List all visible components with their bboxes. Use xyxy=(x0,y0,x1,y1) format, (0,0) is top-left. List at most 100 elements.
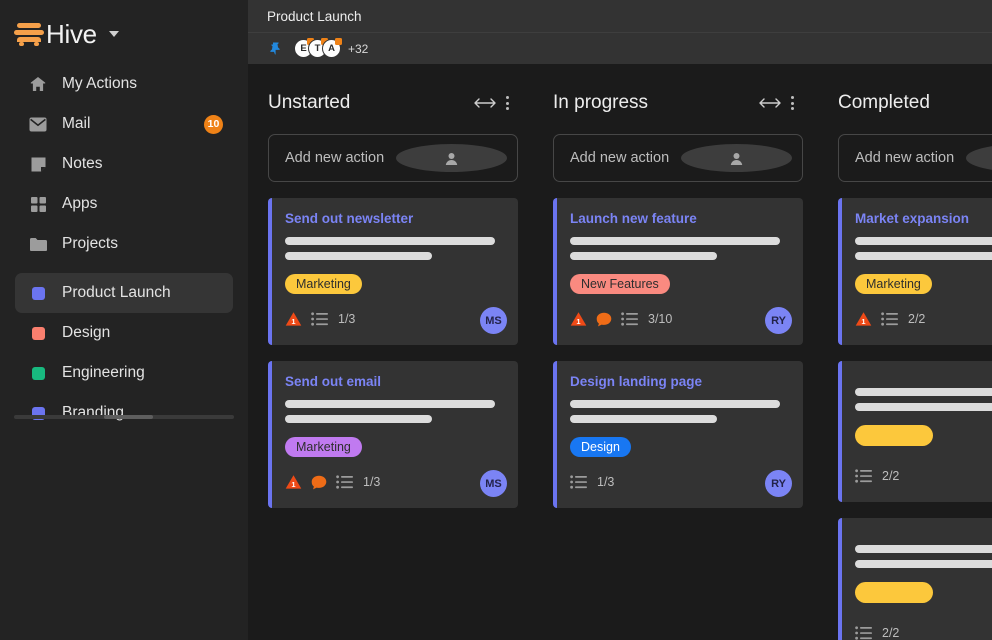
checklist-count: 1/3 xyxy=(363,475,380,489)
checklist-count: 2/2 xyxy=(882,469,899,483)
task-card-placeholder-line xyxy=(855,252,992,260)
assignee-avatar-icon[interactable] xyxy=(681,144,792,172)
sidebar-item-label: Notes xyxy=(62,155,103,173)
add-new-action-button[interactable]: Add new action xyxy=(553,134,803,182)
avatar-initial: A xyxy=(328,43,335,54)
add-new-action-label: Add new action xyxy=(855,150,966,166)
sub-bar: ETA +32 xyxy=(248,32,992,64)
top-bar: Product Launch xyxy=(248,0,992,32)
member-avatars[interactable]: ETA xyxy=(294,39,341,58)
project-dot xyxy=(27,367,49,380)
warning-icon[interactable]: 1 xyxy=(285,311,302,327)
checklist-icon xyxy=(311,312,328,326)
checklist-count: 2/2 xyxy=(908,312,925,326)
warning-icon[interactable]: 1 xyxy=(570,311,587,327)
task-card[interactable]: Send out newsletterMarketing11/3MS xyxy=(268,198,518,345)
sidebar-item-label: Projects xyxy=(62,235,118,253)
comment-icon[interactable] xyxy=(596,312,612,327)
sidebar-item-projects[interactable]: Projects xyxy=(15,224,233,264)
nav-separator-gap xyxy=(0,264,248,273)
avatar[interactable]: A xyxy=(322,39,341,58)
main-area: Product Launch ETA +32 UnstartedAdd new … xyxy=(248,0,992,640)
board-column: UnstartedAdd new actionSend out newslett… xyxy=(268,86,518,640)
assignee-avatar-icon[interactable] xyxy=(396,144,507,172)
brand[interactable]: Hive xyxy=(0,14,248,54)
sidebar-item-branding[interactable]: Branding xyxy=(15,393,233,433)
task-card-tag[interactable]: Design xyxy=(570,437,631,457)
scrollbar-thumb[interactable] xyxy=(104,415,152,419)
sidebar-item-label: Engineering xyxy=(62,364,145,382)
checklist-count: 3/10 xyxy=(648,312,672,326)
task-owner-avatar[interactable]: RY xyxy=(765,307,792,334)
task-card-tag[interactable]: Marketing xyxy=(285,437,362,457)
column-header: Completed xyxy=(838,86,992,120)
task-card[interactable]: 2/2 xyxy=(838,518,992,640)
add-new-action-button[interactable]: Add new action xyxy=(268,134,518,182)
checklist-icon xyxy=(881,312,898,326)
task-card-placeholder-line xyxy=(285,237,495,245)
sidebar-item-mail[interactable]: Mail10 xyxy=(15,104,233,144)
sidebar-item-label: Branding xyxy=(62,404,124,422)
task-owner-avatar[interactable]: RY xyxy=(765,470,792,497)
member-overflow-count[interactable]: +32 xyxy=(348,42,368,56)
checklist-icon xyxy=(855,469,872,483)
task-card-footer: 1 1/3 xyxy=(285,468,504,496)
task-card[interactable]: Launch new featureNew Features13/10RY xyxy=(553,198,803,345)
folder-icon xyxy=(27,237,49,252)
task-card-footer: 2/2 xyxy=(855,619,992,640)
brand-name: Hive xyxy=(46,19,97,50)
task-card-tag[interactable] xyxy=(855,425,933,446)
task-card-placeholder-line xyxy=(570,415,717,423)
task-card[interactable]: Market expansion Marketing 1 2/2 xyxy=(838,198,992,345)
task-card[interactable]: 2/2 xyxy=(838,361,992,502)
svg-text:1: 1 xyxy=(291,480,295,489)
mail-unread-badge: 10 xyxy=(204,115,223,134)
add-new-action-button[interactable]: Add new action xyxy=(838,134,992,182)
column-title: In progress xyxy=(553,92,759,114)
task-card-placeholder-line xyxy=(570,252,717,260)
task-card-tag[interactable] xyxy=(855,582,933,603)
resize-horizontal-icon[interactable] xyxy=(759,97,781,109)
chevron-down-icon[interactable] xyxy=(109,31,119,37)
task-card-title: Market expansion xyxy=(855,211,992,226)
task-owner-avatar[interactable]: MS xyxy=(480,470,507,497)
sidebar-item-design[interactable]: Design xyxy=(15,313,233,353)
warning-icon[interactable]: 1 xyxy=(285,474,302,490)
sidebar-item-label: Design xyxy=(62,324,110,342)
column-header: In progress xyxy=(553,86,803,120)
board-column: CompletedAdd new actionMarket expansionM… xyxy=(838,86,992,640)
task-card[interactable]: Send out emailMarketing11/3MS xyxy=(268,361,518,508)
checklist-icon xyxy=(855,626,872,640)
warning-icon[interactable]: 1 xyxy=(855,311,872,327)
sidebar-item-label: Product Launch xyxy=(62,284,171,302)
more-vertical-icon[interactable] xyxy=(781,96,803,110)
task-card-footer: 1 3/10 xyxy=(570,305,789,333)
comment-icon[interactable] xyxy=(311,475,327,490)
task-card-tag[interactable]: New Features xyxy=(570,274,670,294)
task-card-placeholder-line xyxy=(285,415,432,423)
task-card-tag[interactable]: Marketing xyxy=(855,274,932,294)
task-card-title: Send out newsletter xyxy=(285,211,504,226)
resize-horizontal-icon[interactable] xyxy=(474,97,496,109)
pin-icon[interactable] xyxy=(267,41,283,57)
task-card-footer: 1/3 xyxy=(570,468,789,496)
assignee-avatar-icon[interactable] xyxy=(966,144,992,172)
more-vertical-icon[interactable] xyxy=(496,96,518,110)
task-card[interactable]: Design landing pageDesign1/3RY xyxy=(553,361,803,508)
task-card-tag[interactable]: Marketing xyxy=(285,274,362,294)
avatar-initial: T xyxy=(315,43,321,54)
sidebar-nav: My ActionsMail10 Notes Apps Projects Product… xyxy=(0,64,248,433)
checklist-icon xyxy=(570,475,587,489)
sidebar-item-product-launch[interactable]: Product Launch xyxy=(15,273,233,313)
sidebar-item-apps[interactable]: Apps xyxy=(15,184,233,224)
task-owner-avatar[interactable]: MS xyxy=(480,307,507,334)
checklist-icon xyxy=(336,475,353,489)
checklist-count: 1/3 xyxy=(597,475,614,489)
sidebar: Hive My ActionsMail10 Notes Apps Projects Pr… xyxy=(0,0,248,640)
sidebar-horizontal-scrollbar[interactable] xyxy=(14,415,234,419)
sidebar-item-engineering[interactable]: Engineering xyxy=(15,353,233,393)
sidebar-item-notes[interactable]: Notes xyxy=(15,144,233,184)
svg-text:1: 1 xyxy=(291,317,295,326)
sidebar-item-my-actions[interactable]: My Actions xyxy=(15,64,233,104)
task-card-placeholder-line xyxy=(855,388,992,396)
